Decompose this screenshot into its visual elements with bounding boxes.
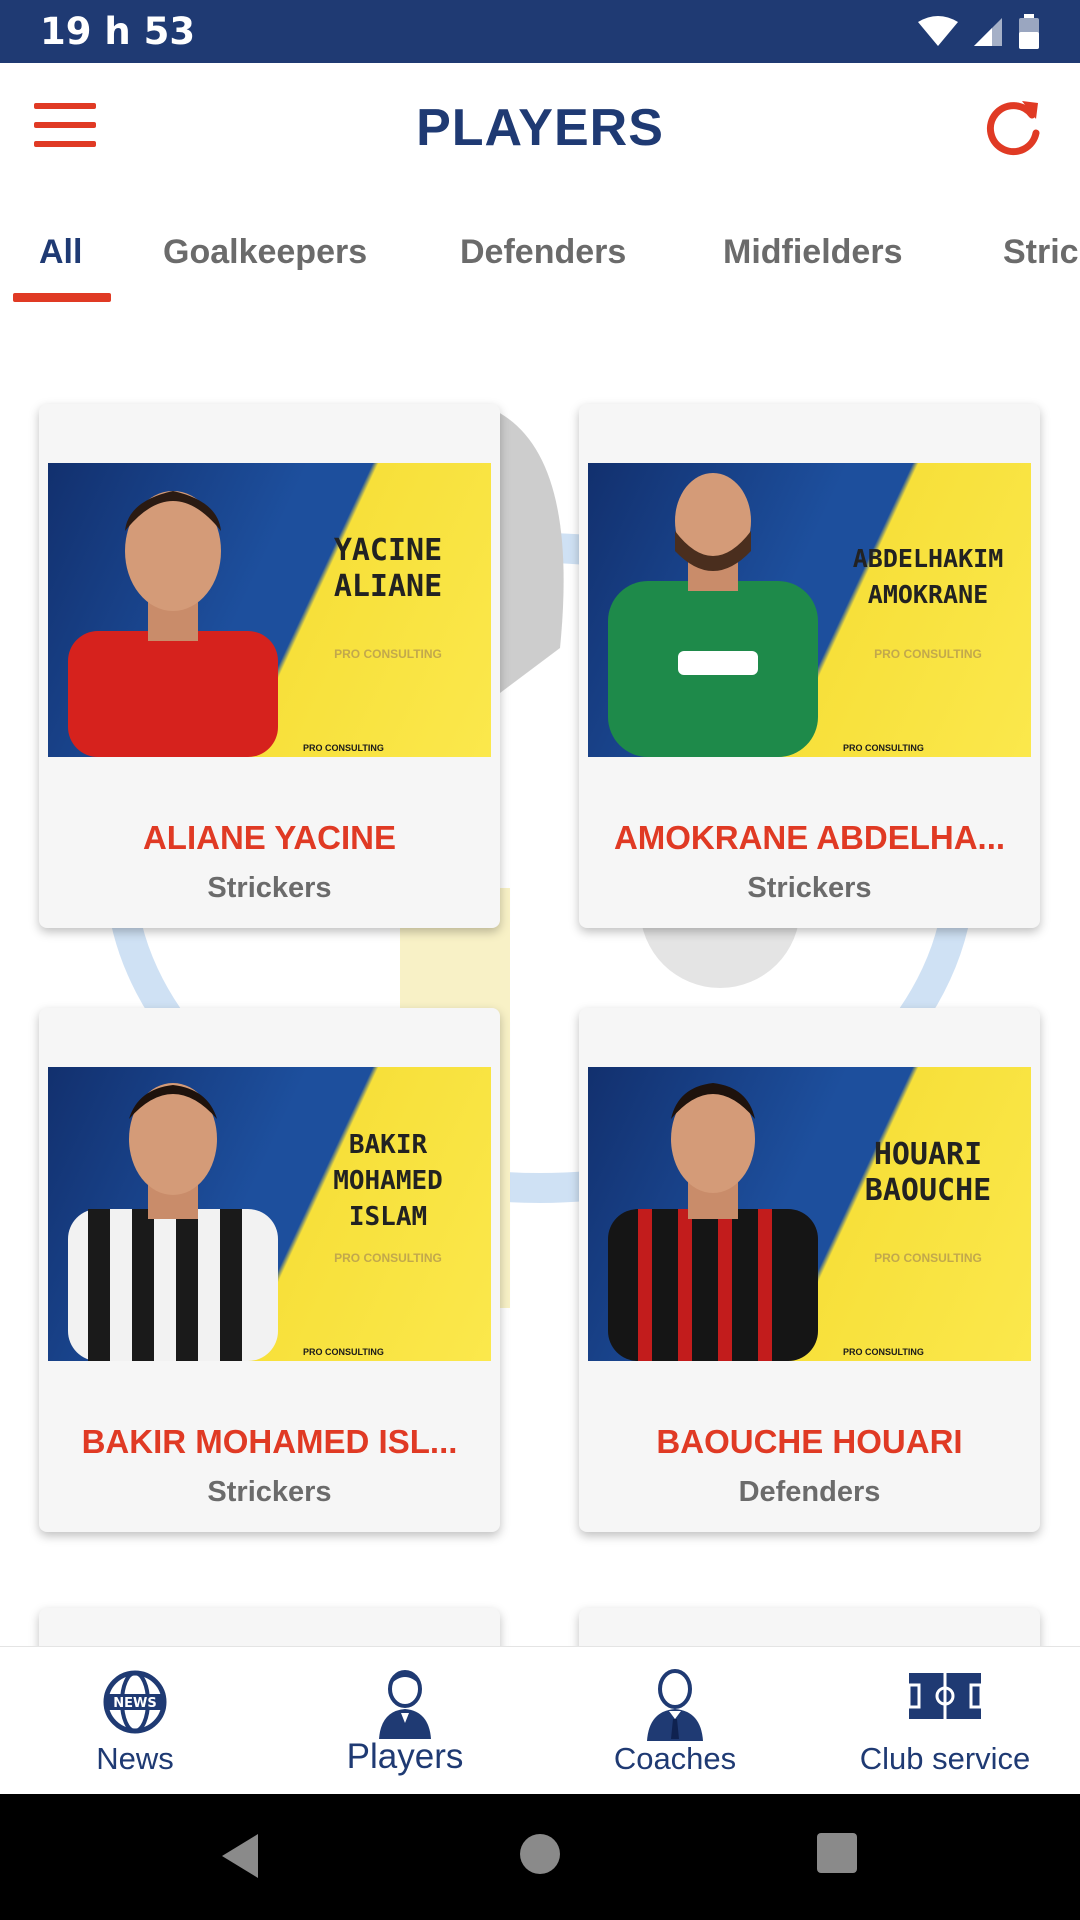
status-icons [918,13,1040,50]
home-icon[interactable] [518,1832,562,1876]
player-poster: HOUARI BAOUCHE PRO CONSULTING PRO CONSUL… [588,1067,1031,1361]
player-name: ALIANE YACINE [142,819,397,856]
tab-all[interactable]: All [39,233,82,272]
news-globe-icon: NEWS [103,1670,167,1734]
nav-coaches[interactable]: Coaches [540,1647,810,1795]
player-name: BAOUCHE HOUARI [656,1423,963,1460]
player-card-partial[interactable] [39,1608,500,1646]
player-poster: BAKIR MOHAMED ISLAM PRO CONSULTING PRO C… [48,1067,491,1361]
poster-footer: PRO CONSULTING [843,743,924,753]
player-poster: ABDELHAKIM AMOKRANE PRO CONSULTING PRO C… [588,463,1031,757]
tab-goalkeepers[interactable]: Goalkeepers [163,233,367,272]
battery-icon [1019,13,1039,49]
poster-name: ABDELHAKIM AMOKRANE [852,544,1004,609]
poster-footer: PRO CONSULTING [303,1347,384,1357]
back-icon[interactable] [218,1832,262,1880]
tab-strickers[interactable]: Stric [1003,233,1079,272]
player-card-partial[interactable] [579,1608,1040,1646]
svg-text:NEWS: NEWS [113,1696,156,1711]
nav-club-service[interactable]: Club service [810,1647,1080,1795]
nav-club-service-label: Club service [859,1741,1031,1776]
players-grid[interactable]: YACINE ALIANE PRO CONSULTING PRO CONSULT… [0,308,1080,1646]
poster-name: HOUARI BAOUCHE [864,1137,992,1208]
system-navigation-bar [0,1794,1080,1920]
tab-defenders[interactable]: Defenders [460,233,626,272]
player-photo [608,1083,818,1361]
coach-icon [647,1669,703,1741]
category-tabs: All Goalkeepers Defenders Midfielders St… [0,193,1080,308]
player-card[interactable]: YACINE ALIANE PRO CONSULTING PRO CONSULT… [39,404,500,928]
tab-midfielders[interactable]: Midfielders [723,233,902,272]
field-icon [907,1673,983,1719]
poster-name: BAKIR MOHAMED ISLAM [333,1130,443,1232]
player-position: Strickers [747,872,872,904]
player-position: Defenders [738,1476,881,1508]
poster-footer: PRO CONSULTING [843,1347,924,1357]
nav-players-label: Players [346,1737,464,1776]
bottom-navigation: NEWS News Players Coaches Club service [0,1646,1080,1794]
poster-name: YACINE ALIANE [333,533,443,604]
player-card[interactable]: BAKIR MOHAMED ISLAM PRO CONSULTING PRO C… [39,1008,500,1532]
status-bar: 19 h 53 [0,0,1080,63]
refresh-icon[interactable] [982,97,1044,159]
player-photo [68,1083,278,1361]
app-header: PLAYERS [0,63,1080,193]
wifi-icon [918,15,958,46]
poster-footer: PRO CONSULTING [303,743,384,753]
poster-brand: PRO CONSULTING [874,647,982,661]
page-title: PLAYERS [416,99,664,157]
player-photo [608,473,818,757]
poster-brand: PRO CONSULTING [334,1251,442,1265]
player-photo [68,491,278,757]
poster-brand: PRO CONSULTING [334,647,442,661]
signal-icon [974,17,1002,46]
nav-players[interactable]: Players [270,1647,540,1795]
player-name: AMOKRANE ABDELHA... [613,819,1006,856]
player-position: Strickers [207,1476,332,1508]
recents-icon[interactable] [816,1832,858,1874]
player-position: Strickers [207,872,332,904]
player-card[interactable]: ABDELHAKIM AMOKRANE PRO CONSULTING PRO C… [579,404,1040,928]
player-icon [379,1670,431,1739]
poster-brand: PRO CONSULTING [874,1251,982,1265]
player-poster: YACINE ALIANE PRO CONSULTING PRO CONSULT… [48,463,491,757]
active-tab-indicator [13,293,111,302]
status-time: 19 h 53 [40,10,196,53]
nav-news[interactable]: NEWS News [0,1647,270,1795]
player-card[interactable]: HOUARI BAOUCHE PRO CONSULTING PRO CONSUL… [579,1008,1040,1532]
nav-news-label: News [96,1741,174,1776]
nav-coaches-label: Coaches [613,1741,737,1776]
player-name: BAKIR MOHAMED ISL... [81,1423,458,1460]
